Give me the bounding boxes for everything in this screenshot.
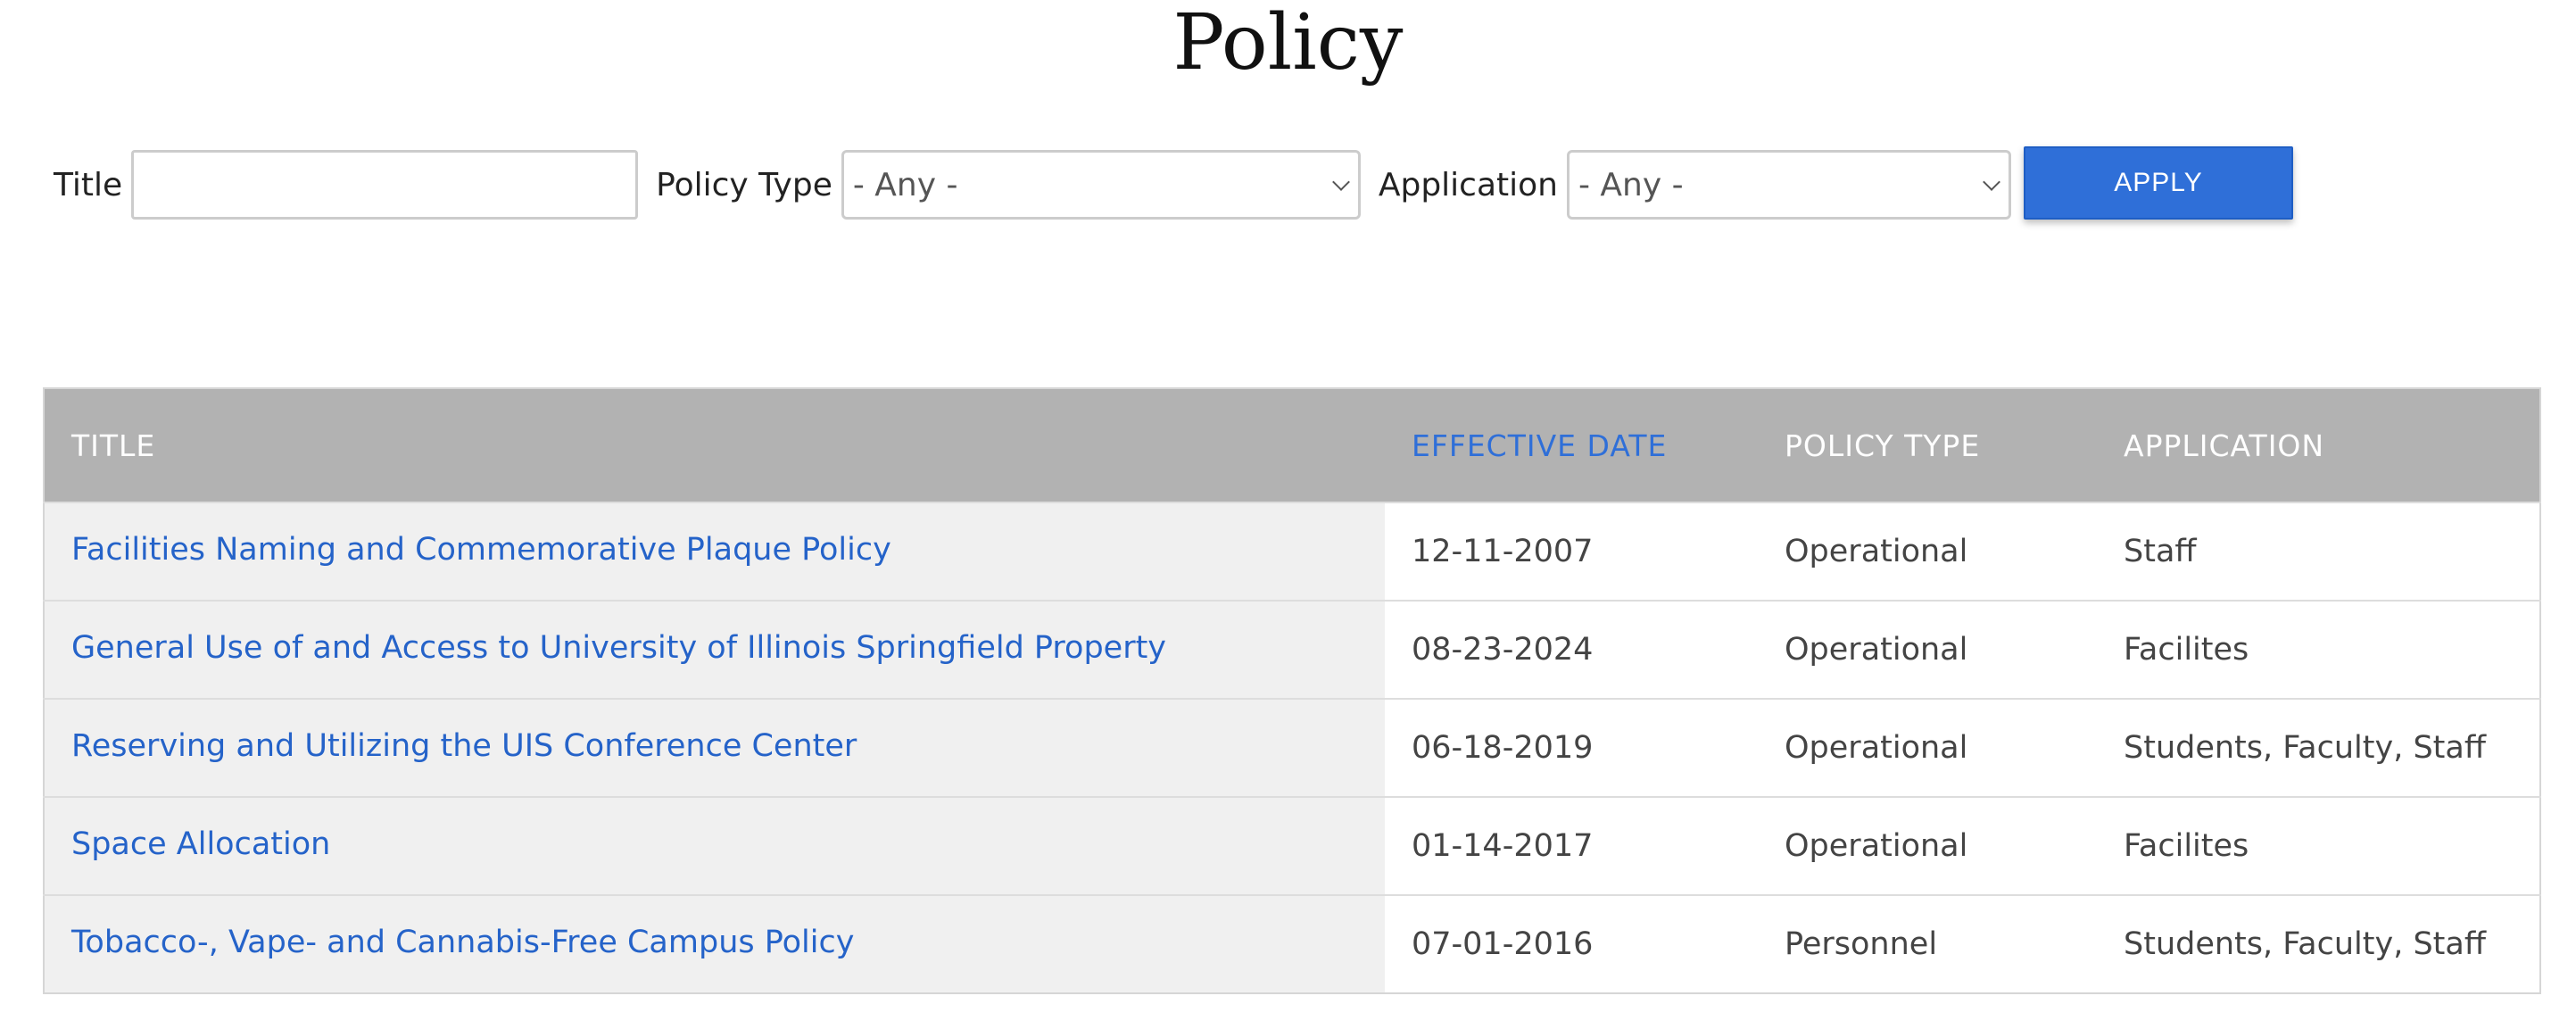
column-header-title[interactable]: TITLE: [44, 388, 1385, 502]
title-cell: Facilities Naming and Commemorative Plaq…: [44, 502, 1385, 601]
policy-type-cell: Operational: [1758, 797, 2097, 895]
effective-date-cell: 12-11-2007: [1385, 502, 1758, 601]
title-filter-input[interactable]: [131, 150, 639, 220]
effective-date-cell: 01-14-2017: [1385, 797, 1758, 895]
table-header-row: TITLE EFFECTIVE DATE POLICY TYPE APPLICA…: [44, 388, 2540, 502]
title-cell: General Use of and Access to University …: [44, 601, 1385, 699]
application-cell: Staff: [2097, 502, 2540, 601]
application-cell: Students, Faculty, Staff: [2097, 699, 2540, 797]
effective-date-cell: 06-18-2019: [1385, 699, 1758, 797]
application-select[interactable]: - Any -: [1567, 150, 2011, 220]
policy-table: TITLE EFFECTIVE DATE POLICY TYPE APPLICA…: [43, 387, 2541, 994]
application-cell: Facilites: [2097, 601, 2540, 699]
table-row: General Use of and Access to University …: [44, 601, 2540, 699]
policy-title-link[interactable]: Space Allocation: [71, 826, 330, 862]
effective-date-cell: 07-01-2016: [1385, 895, 1758, 993]
column-header-policy-type[interactable]: POLICY TYPE: [1758, 388, 2097, 502]
policy-title-link[interactable]: Tobacco-, Vape- and Cannabis-Free Campus…: [71, 925, 854, 960]
title-cell: Space Allocation: [44, 797, 1385, 895]
policy-page: Policy Title Policy Type - Any - Applica…: [0, 0, 2576, 1029]
table-row: Space Allocation 01-14-2017 Operational …: [44, 797, 2540, 895]
policy-type-selected-value: - Any -: [852, 166, 958, 203]
table-row: Facilities Naming and Commemorative Plaq…: [44, 502, 2540, 601]
policy-type-cell: Operational: [1758, 699, 2097, 797]
policy-title-link[interactable]: Facilities Naming and Commemorative Plaq…: [71, 532, 891, 568]
policy-type-select[interactable]: - Any -: [841, 150, 1361, 220]
page-title: Policy: [1172, 0, 1404, 87]
chevron-down-icon: [1331, 173, 1350, 191]
column-header-application[interactable]: APPLICATION: [2097, 388, 2540, 502]
policy-type-cell: Personnel: [1758, 895, 2097, 993]
application-cell: Students, Faculty, Staff: [2097, 895, 2540, 993]
column-header-effective-date[interactable]: EFFECTIVE DATE: [1385, 388, 1758, 502]
policy-type-cell: Operational: [1758, 601, 2097, 699]
title-cell: Reserving and Utilizing the UIS Conferen…: [44, 699, 1385, 797]
policy-type-filter-label: Policy Type: [656, 166, 832, 203]
effective-date-cell: 08-23-2024: [1385, 601, 1758, 699]
application-cell: Facilites: [2097, 797, 2540, 895]
chevron-down-icon: [1983, 173, 2000, 191]
filter-bar: Title Policy Type - Any - Application - …: [54, 148, 2029, 221]
title-filter-label: Title: [54, 166, 123, 203]
apply-button[interactable]: APPLY: [2024, 146, 2293, 220]
application-selected-value: - Any -: [1578, 166, 1684, 203]
table-row: Tobacco-, Vape- and Cannabis-Free Campus…: [44, 895, 2540, 993]
policy-type-cell: Operational: [1758, 502, 2097, 601]
policy-title-link[interactable]: Reserving and Utilizing the UIS Conferen…: [71, 728, 857, 764]
policy-title-link[interactable]: General Use of and Access to University …: [71, 630, 1166, 666]
title-cell: Tobacco-, Vape- and Cannabis-Free Campus…: [44, 895, 1385, 993]
application-filter-label: Application: [1378, 166, 1558, 203]
table-row: Reserving and Utilizing the UIS Conferen…: [44, 699, 2540, 797]
